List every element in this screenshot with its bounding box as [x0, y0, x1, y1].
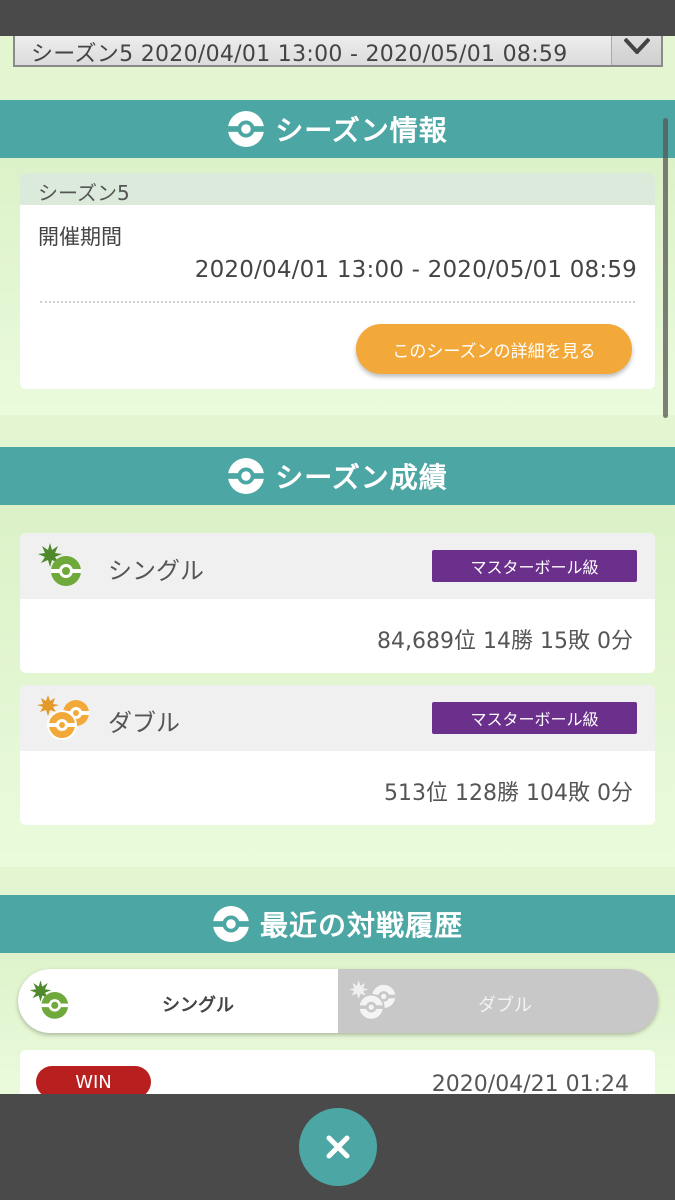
- history-header: 最近の対戦履歴: [0, 895, 675, 953]
- tab-double-label: ダブル: [478, 995, 532, 1016]
- single-record-stats: 84,689位 14勝 15敗 0分: [377, 629, 633, 654]
- rank-badge: マスターボール級: [432, 550, 637, 582]
- rank-badge: マスターボール級: [432, 702, 637, 734]
- section-title: シーズン情報: [275, 114, 448, 147]
- season-info-header: シーズン情報: [0, 100, 675, 158]
- pokeball-icon: [228, 457, 265, 495]
- close-button[interactable]: [299, 1108, 377, 1186]
- scroll-content[interactable]: シーズン情報 シーズン5 開催期間 2020/04/01 13:00 - 202…: [0, 0, 675, 1200]
- scrollbar[interactable]: [663, 118, 668, 418]
- single-battle-icon: [38, 543, 81, 586]
- single-record-card: シングル マスターボール級 84,689位 14勝 15敗 0分: [20, 533, 655, 673]
- section-title: 最近の対戦履歴: [259, 909, 463, 942]
- tab-single[interactable]: シングル: [18, 969, 338, 1033]
- season-record-header: シーズン成績: [0, 447, 675, 505]
- tab-single-label: シングル: [162, 995, 234, 1016]
- double-record-header: ダブル マスターボール級: [20, 685, 655, 751]
- top-status-bar: [0, 0, 675, 36]
- battle-type-toggle: シングル ダブル: [18, 969, 658, 1033]
- pokeball-icon: [212, 905, 250, 943]
- double-record-stats: 513位 128勝 104敗 0分: [384, 781, 633, 806]
- tab-double[interactable]: ダブル: [338, 969, 658, 1033]
- period-label: 開催期間: [38, 225, 122, 249]
- season-select-value: シーズン5 2020/04/01 13:00 - 2020/05/01 08:5…: [31, 42, 568, 67]
- single-record-header: シングル マスターボール級: [20, 533, 655, 599]
- season-detail-button[interactable]: このシーズンの詳細を見る: [356, 324, 632, 374]
- season-info-card: シーズン5 開催期間 2020/04/01 13:00 - 2020/05/01…: [20, 173, 655, 389]
- bottom-bar: [0, 1094, 675, 1200]
- double-battle-icon: [37, 695, 89, 740]
- single-record-name: シングル: [108, 557, 204, 585]
- pokeball-icon: [228, 110, 265, 148]
- double-record-name: ダブル: [108, 709, 180, 737]
- section-title: シーズン成績: [275, 461, 448, 494]
- close-icon: [326, 1135, 350, 1159]
- chevron-down-icon: [624, 38, 650, 54]
- period-value: 2020/04/01 13:00 - 2020/05/01 08:59: [194, 257, 637, 283]
- season-card-title: シーズン5: [20, 173, 655, 205]
- double-record-card: ダブル マスターボール級 513位 128勝 104敗 0分: [20, 685, 655, 825]
- divider: [40, 301, 635, 303]
